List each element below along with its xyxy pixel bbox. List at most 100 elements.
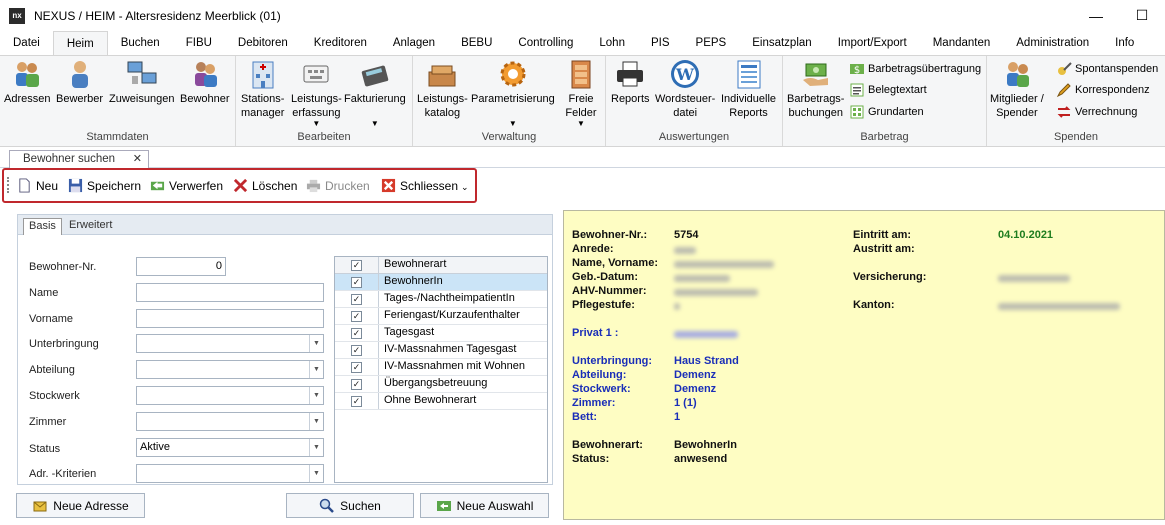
checkbox[interactable]: ✓ [351, 294, 362, 305]
list-item[interactable]: ✓ IV-Massnahmen Tagesgast [335, 342, 547, 359]
barbetragsbuchungen-button[interactable]: Barbetrags- buchungen [787, 58, 844, 120]
zuweisungen-button[interactable]: Zuweisungen [109, 58, 174, 106]
toolbar-overflow-icon[interactable]: ⌄ [461, 182, 469, 193]
korrespondenz-button[interactable]: Korrespondenz [1056, 82, 1150, 98]
tab-pis[interactable]: PIS [638, 31, 683, 55]
tab-import-export[interactable]: Import/Export [825, 31, 920, 55]
tab-bewohner-suchen[interactable]: Bewohner suchen ✕ [9, 150, 149, 168]
vorname-input[interactable] [136, 309, 324, 328]
belegtextart-button[interactable]: Belegtextart [849, 82, 927, 98]
suchen-button[interactable]: Suchen [286, 493, 414, 518]
tab-bebu[interactable]: BEBU [448, 31, 505, 55]
document-tabs: Bewohner suchen ✕ [0, 147, 1165, 168]
bewohner-button[interactable]: Bewohner [180, 58, 230, 106]
tab-controlling[interactable]: Controlling [505, 31, 586, 55]
checkbox[interactable]: ✓ [351, 379, 362, 390]
neue-auswahl-button[interactable]: Neue Auswahl [420, 493, 549, 518]
tab-kreditoren[interactable]: Kreditoren [301, 31, 380, 55]
parametrisierung-button[interactable]: Parametrisierung ▼ [471, 58, 555, 128]
pen-coin-icon [1058, 62, 1072, 75]
drucken-button[interactable]: Drucken [306, 178, 370, 193]
wordsteuerdatei-button[interactable]: W Wordsteuer- datei [655, 58, 715, 120]
verwerfen-button[interactable]: Verwerfen [150, 178, 223, 193]
checkbox[interactable]: ✓ [351, 328, 362, 339]
spontanspenden-button[interactable]: Spontanspenden [1056, 61, 1158, 77]
redacted-value [674, 331, 738, 338]
catalog-boxes-icon [428, 65, 456, 87]
zimmer-label: Zimmer [29, 416, 67, 428]
abteilung-select[interactable]: ▼ [136, 360, 324, 379]
list-header[interactable]: ✓ Bewohnerart [335, 257, 547, 274]
list-item[interactable]: ✓ Tagesgast [335, 325, 547, 342]
adressen-button[interactable]: Adressen [4, 58, 50, 106]
group-bearbeiten: Stations- manager Leistungs- erfassung ▼… [236, 56, 413, 146]
list-item[interactable]: ✓ Ohne Bewohnerart [335, 393, 547, 410]
detail-versicherung-label: Versicherung: [853, 271, 927, 283]
list-item[interactable]: ✓ Tages-/NachtheimpatientIn [335, 291, 547, 308]
freie-felder-button[interactable]: Freie Felder ▼ [565, 58, 597, 128]
barbetragsuebertragung-button[interactable]: $ Barbetragsübertragung [849, 61, 981, 77]
stockwerk-select[interactable]: ▼ [136, 386, 324, 405]
loeschen-button[interactable]: Löschen [233, 178, 297, 193]
tab-buchen[interactable]: Buchen [108, 31, 173, 55]
ribbon-tabs: Datei Heim Buchen FIBU Debitoren Kredito… [0, 31, 1165, 55]
kriterien-select[interactable]: ▼ [136, 464, 324, 483]
name-input[interactable] [136, 283, 324, 302]
toolbar-grip[interactable] [7, 177, 10, 193]
close-icon[interactable]: ✕ [133, 151, 142, 168]
window-title: NEXUS / HEIM - Altersresidenz Meerblick … [34, 8, 281, 23]
tab-peps[interactable]: PEPS [683, 31, 740, 55]
status-select[interactable]: Aktive ▼ [136, 438, 324, 457]
individuelle-reports-button[interactable]: Individuelle Reports [721, 58, 776, 120]
schliessen-button[interactable]: Schliessen [381, 178, 458, 193]
speichern-button[interactable]: Speichern [68, 178, 141, 193]
detail-bewohnerart-label: Bewohnerart: [572, 439, 643, 451]
tab-basis[interactable]: Basis [23, 218, 62, 235]
unterbringung-select[interactable]: ▼ [136, 334, 324, 353]
tab-anlagen[interactable]: Anlagen [380, 31, 448, 55]
chevron-down-icon: ▼ [309, 465, 323, 482]
zimmer-select[interactable]: ▼ [136, 412, 324, 431]
tab-debitoren[interactable]: Debitoren [225, 31, 301, 55]
printer-icon [617, 61, 644, 87]
checkbox[interactable]: ✓ [351, 362, 362, 373]
mitglieder-spender-button[interactable]: Mitglieder / Spender [990, 58, 1044, 120]
tab-datei[interactable]: Datei [0, 31, 53, 55]
tab-erweitert[interactable]: Erweitert [64, 218, 117, 235]
maximize-button[interactable]: ☐ [1119, 0, 1165, 31]
checkbox[interactable]: ✓ [351, 277, 362, 288]
tab-heim[interactable]: Heim [52, 31, 108, 55]
tab-lohn[interactable]: Lohn [586, 31, 638, 55]
stationsmanager-button[interactable]: Stations- manager [241, 58, 284, 120]
detail-status-label: Status: [572, 453, 610, 465]
tab-fibu[interactable]: FIBU [173, 31, 225, 55]
list-item[interactable]: ✓ Übergangsbetreuung [335, 376, 547, 393]
checkbox-all[interactable]: ✓ [351, 260, 362, 271]
group-auswertungen: Reports W Wordsteuer- datei Individuelle… [606, 56, 783, 146]
kriterien-label: Adr. -Kriterien [29, 468, 97, 480]
fakturierung-button[interactable]: Fakturierung ▼ [344, 58, 406, 128]
minimize-button[interactable]: — [1073, 0, 1119, 31]
reports-button[interactable]: Reports [611, 58, 650, 106]
list-item[interactable]: ✓ Feriengast/Kurzaufenthalter [335, 308, 547, 325]
leistungserfassung-button[interactable]: Leistungs- erfassung ▼ [291, 58, 342, 128]
leistungskatalog-button[interactable]: Leistungs- katalog [417, 58, 468, 120]
tab-einsatzplan[interactable]: Einsatzplan [739, 31, 824, 55]
tab-administration[interactable]: Administration [1003, 31, 1102, 55]
bewohner-nr-input[interactable]: 0 [136, 257, 226, 276]
tab-info[interactable]: Info [1102, 31, 1147, 55]
neue-adresse-button[interactable]: Neue Adresse [16, 493, 145, 518]
status-label: Status [29, 443, 61, 455]
checkbox[interactable]: ✓ [351, 345, 362, 356]
grundarten-button[interactable]: Grundarten [849, 104, 924, 120]
cabinet-icon [571, 60, 591, 89]
tab-mandanten[interactable]: Mandanten [920, 31, 1004, 55]
neu-button[interactable]: Neu [17, 178, 58, 193]
list-item[interactable]: ✓ BewohnerIn [335, 274, 547, 291]
list-item[interactable]: ✓ IV-Massnahmen mit Wohnen [335, 359, 547, 376]
verrechnung-button[interactable]: Verrechnung [1056, 104, 1137, 120]
detail-geb-label: Geb.-Datum: [572, 271, 638, 283]
checkbox[interactable]: ✓ [351, 396, 362, 407]
bewerber-button[interactable]: Bewerber [56, 58, 103, 106]
checkbox[interactable]: ✓ [351, 311, 362, 322]
